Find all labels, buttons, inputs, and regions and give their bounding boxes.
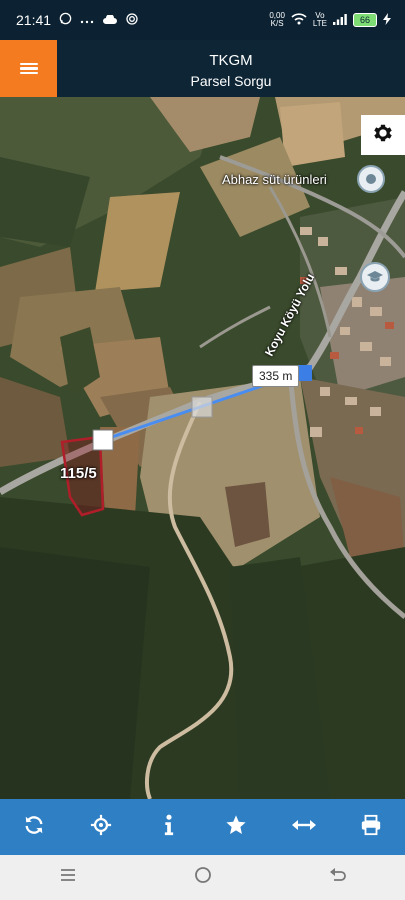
measure-icon (291, 818, 316, 837)
signal-icon (332, 13, 347, 28)
satellite-imagery (0, 97, 405, 799)
locate-icon (90, 814, 112, 841)
info-icon (163, 814, 175, 841)
favorite-button[interactable] (216, 807, 256, 847)
refresh-button[interactable] (14, 807, 54, 847)
net-speed: 0,00 K/S (269, 12, 285, 28)
cloud-icon (102, 13, 118, 28)
battery-indicator: 66 (352, 13, 377, 27)
print-button[interactable] (351, 807, 391, 847)
app-subtitle: Parsel Sorgu (190, 73, 272, 89)
charging-icon (383, 12, 391, 28)
hamburger-icon (19, 61, 38, 77)
whatsapp-icon (59, 12, 72, 28)
graduation-cap-icon[interactable] (360, 262, 390, 292)
home-button[interactable] (183, 858, 223, 898)
measure-button[interactable] (284, 807, 324, 847)
star-icon (225, 814, 247, 841)
net-speed-unit: K/S (270, 19, 284, 28)
recent-apps-button[interactable] (48, 858, 88, 898)
back-icon (329, 867, 347, 888)
volte-indicator: Vo LTE (313, 12, 327, 28)
poi-label: Abhaz süt ürünleri (222, 172, 327, 187)
target-icon (126, 12, 138, 28)
dots-icon (80, 13, 94, 28)
system-nav-bar (0, 855, 405, 900)
status-bar: 21:41 0,00 K/S Vo LTE 66 (0, 0, 405, 40)
volte-bottom: LTE (312, 19, 327, 28)
bottom-toolbar (0, 799, 405, 855)
recent-apps-icon (60, 867, 76, 888)
parcel-label: 115/5 (60, 465, 97, 482)
locate-button[interactable] (81, 807, 121, 847)
back-button[interactable] (318, 858, 358, 898)
gear-icon (372, 122, 394, 149)
info-button[interactable] (149, 807, 189, 847)
status-time: 21:41 (16, 12, 52, 28)
settings-button[interactable] (361, 115, 405, 155)
app-header: TKGM Parsel Sorgu (0, 40, 405, 97)
home-icon (194, 866, 212, 889)
header-titles: TKGM Parsel Sorgu (57, 40, 405, 97)
poi-pin-icon[interactable] (357, 165, 385, 193)
refresh-icon (23, 814, 45, 841)
map-view[interactable]: Abhaz süt ürünleri Koyu Köyü Yolu 335 m … (0, 97, 405, 799)
wifi-icon (291, 12, 307, 28)
menu-button[interactable] (0, 40, 57, 97)
distance-label: 335 m (252, 365, 300, 387)
app-title: TKGM (209, 52, 253, 69)
print-icon (360, 814, 382, 841)
